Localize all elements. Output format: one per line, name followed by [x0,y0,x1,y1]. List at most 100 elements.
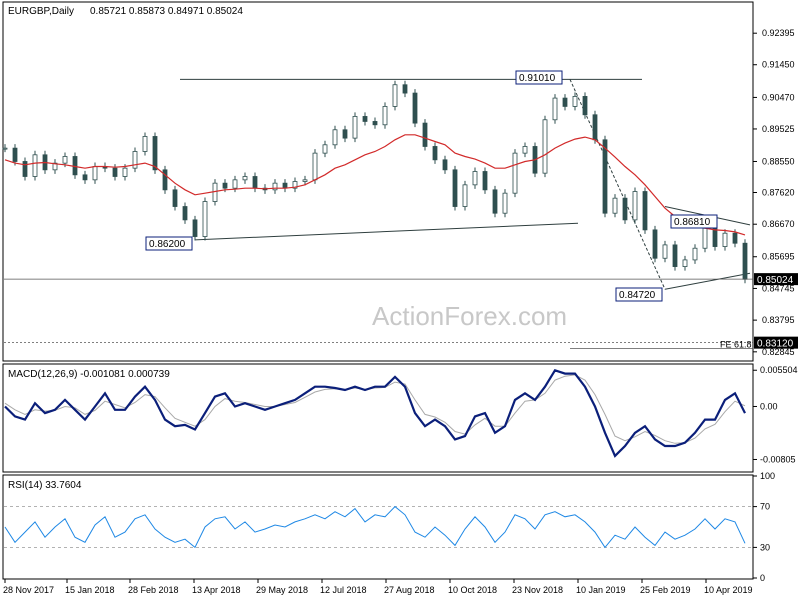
candle-body [552,97,558,121]
price-tick-label: 0.86670 [762,219,795,229]
date-tick-label: 10 Jan 2019 [576,585,626,595]
candle-body [402,84,408,94]
candle-body [582,96,588,116]
badge-mid-high-text: 0.86810 [674,217,711,228]
candle-body [512,152,518,194]
macd-tick-label: 0.00 [760,401,778,411]
candle-body [172,189,178,207]
rsi-tick-label: 30 [760,542,770,552]
candle-body [562,97,568,107]
candle-body [342,129,348,139]
macd-tick-label: 0.005504 [760,365,798,375]
date-tick-label: 10 Apr 2019 [704,585,753,595]
macd-axis: 0.005504 0.00 -0.00805 [753,365,798,464]
rsi-panel-frame [2,474,754,580]
badge-low-right-text: 0.84720 [619,290,656,301]
rsi-tick-label: 70 [760,502,770,512]
badge-low-right: 0.84720 [615,287,663,302]
candle-body [712,227,718,247]
candle-body [602,139,608,214]
candle-body [742,242,748,280]
candle-body [502,192,508,214]
date-tick-label: 13 Apr 2018 [192,585,241,595]
rsi-tick-label: 0 [760,573,765,583]
candle-body [412,92,418,124]
price-tick-label: 0.89525 [762,124,795,134]
candle-body [382,106,388,126]
candle-body [312,152,318,181]
macd-panel-frame [2,363,754,473]
candle-body [662,244,668,259]
badge-low-left-text: 0.86200 [149,239,186,250]
candle-body [182,206,188,221]
candle-body [2,147,8,150]
fe-value-badge-text: 0.83120 [757,339,794,350]
candle-body [252,176,258,189]
candle-body [452,169,458,207]
symbol-label: EURGBP,Daily [8,6,74,17]
date-tick-label: 28 Nov 2017 [3,585,54,595]
candle-body [302,179,308,182]
candle-body [72,156,78,176]
candle-body [492,189,498,214]
candle-body [352,116,358,139]
candle-body [722,232,728,247]
candle-body [232,179,238,189]
badge-high-text: 0.91010 [519,73,556,84]
price-tick-label: 0.92395 [762,28,795,38]
price-tick-label: 0.85695 [762,252,795,262]
candle-body [242,176,248,181]
candle-body [462,184,468,207]
price-tick-label: 0.91450 [762,60,795,70]
candle-body [692,247,698,261]
current-price-badge: 0.85024 [754,273,798,286]
badge-high: 0.91010 [515,70,563,85]
candle-body [322,144,328,154]
candle-body [702,227,708,249]
price-tick-label: 0.83795 [762,315,795,325]
candle-body [82,174,88,181]
date-tick-label: 23 Nov 2018 [512,585,563,595]
price-tick-label: 0.87620 [762,188,795,198]
current-price-badge-text: 0.85024 [757,275,794,286]
candle-body [12,147,18,162]
date-tick-label: 28 Feb 2018 [128,585,179,595]
candle-body [682,259,688,267]
candle-body [112,167,118,177]
candle-body [392,84,398,107]
candle-body [572,96,578,107]
candle-body [32,154,38,177]
candle-body [592,114,598,141]
candle-body [282,182,288,189]
candle-body [22,161,28,177]
badge-mid-high: 0.86810 [670,214,718,229]
candle-body [202,201,208,237]
candle-body [62,156,68,164]
candle-body [442,159,448,171]
candle-body [92,166,98,181]
watermark: ActionForex.com [372,301,567,331]
candle-body [652,229,658,259]
date-tick-label: 15 Jan 2018 [65,585,115,595]
rsi-label: RSI(14) 33.7604 [8,480,82,491]
ohlc-label: 0.85721 0.85873 0.84971 0.85024 [90,6,243,17]
candle-body [122,167,128,177]
price-axis: 0.92395 0.91450 0.90470 0.89525 0.88550 0.876… [753,28,795,357]
candle-body [372,121,378,126]
fe-label: FE 61.8 [720,340,752,350]
chart-root: EURGBP,Daily 0.85721 0.85873 0.84971 0.8… [2,1,798,595]
candle-body [132,151,138,169]
date-tick-label: 10 Oct 2018 [448,585,497,595]
candle-body [422,122,428,147]
date-axis: 28 Nov 2017 15 Jan 2018 28 Feb 2018 13 Apr … [3,579,753,595]
macd-label: MACD(12,26,9) -0.001081 0.000739 [8,369,170,380]
fe-value-badge: 0.83120 [754,336,798,350]
badge-low-left: 0.86200 [145,236,193,251]
candle-body [192,219,198,237]
candle-body [542,119,548,174]
candle-body [632,191,638,221]
price-tick-label: 0.90470 [762,92,795,102]
candle-body [162,169,168,191]
date-tick-label: 27 Aug 2018 [384,585,435,595]
candle-body [672,244,678,267]
